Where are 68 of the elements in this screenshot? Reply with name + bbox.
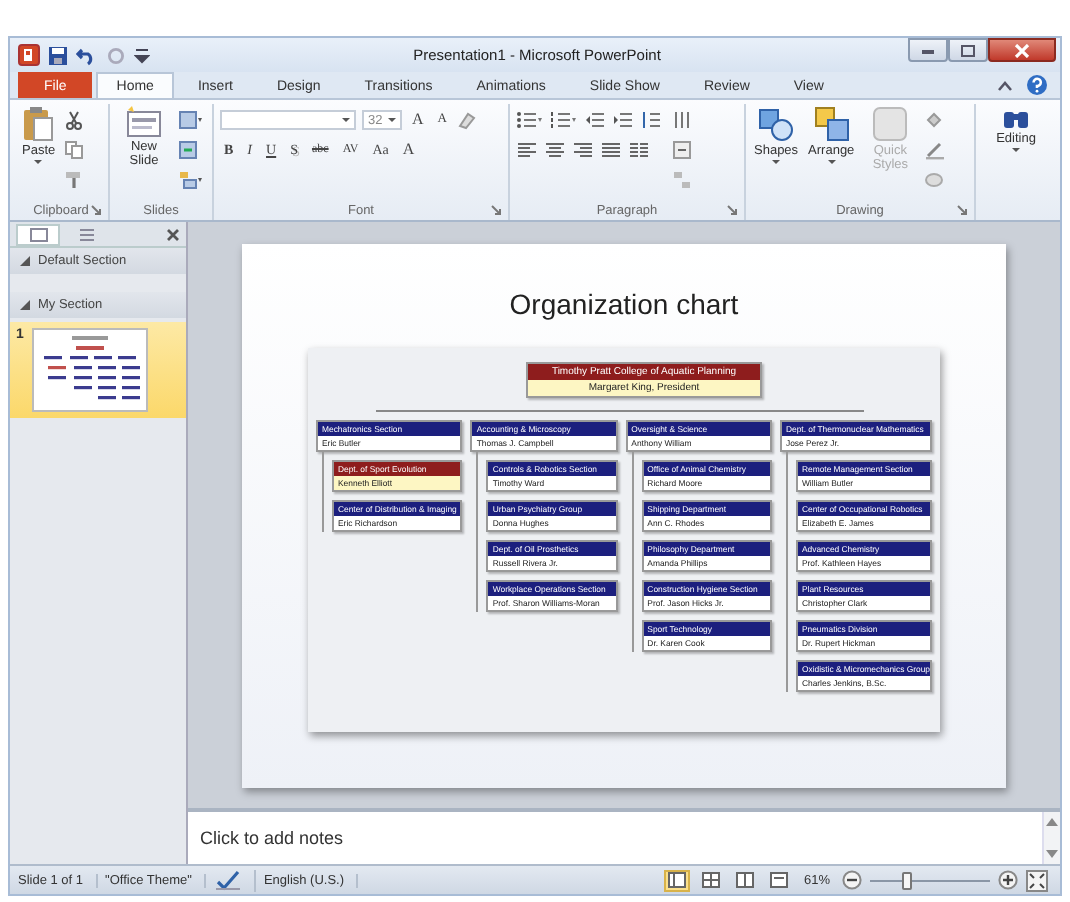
dialog-launcher-icon[interactable] — [726, 204, 738, 216]
slides-tab[interactable] — [16, 223, 60, 245]
align-text-icon[interactable] — [672, 140, 696, 160]
undo-icon[interactable] — [76, 45, 98, 65]
layout-icon[interactable] — [178, 110, 204, 130]
minimize-button[interactable] — [908, 38, 948, 62]
close-icon[interactable] — [166, 227, 180, 241]
zoom-out-icon[interactable] — [842, 870, 862, 890]
arrange-icon — [813, 106, 850, 142]
slide-icon — [29, 227, 47, 241]
grow-font-button[interactable]: A — [408, 110, 428, 130]
bullets-icon[interactable] — [516, 110, 544, 130]
view-button[interactable] — [663, 869, 690, 891]
maximize-icon — [960, 43, 976, 57]
reset-icon[interactable] — [178, 140, 198, 160]
binoculars-icon — [1002, 106, 1030, 130]
save-icon[interactable] — [48, 45, 68, 65]
align-center-icon[interactable] — [544, 140, 566, 160]
section-icon[interactable] — [178, 170, 204, 190]
slide-title: Organization chart — [509, 287, 739, 319]
font-color-button[interactable]: A — [398, 140, 419, 160]
scissors-icon[interactable] — [63, 110, 84, 130]
view-icon — [701, 872, 720, 888]
view-icon — [735, 872, 754, 888]
line-spacing-icon[interactable] — [640, 110, 666, 130]
clipboard-icon — [22, 106, 55, 142]
help-icon[interactable] — [1026, 74, 1048, 96]
collapse-triangle-icon[interactable] — [20, 256, 30, 266]
notes-field[interactable]: Click to add notes — [188, 808, 1060, 864]
app-logo-icon[interactable] — [18, 44, 40, 66]
scroll-down-icon[interactable] — [1046, 850, 1058, 858]
font-name-field[interactable] — [220, 110, 356, 130]
shape-outline-icon[interactable] — [924, 140, 949, 160]
outline-icon — [77, 227, 95, 241]
zoom-slider-thumb[interactable] — [902, 871, 912, 889]
dialog-launcher-icon[interactable] — [90, 204, 102, 216]
align-left-icon[interactable] — [516, 140, 538, 160]
dialog-launcher-icon[interactable] — [956, 204, 968, 216]
collapse-triangle-icon[interactable] — [20, 300, 30, 310]
quick-styles-icon — [872, 106, 909, 142]
shapes-icon — [758, 106, 795, 142]
decrease-indent-icon[interactable] — [584, 110, 606, 130]
view-button[interactable] — [697, 869, 724, 891]
slide-thumbnail-drawing — [31, 328, 148, 412]
increase-indent-icon[interactable] — [612, 110, 634, 130]
view-button[interactable] — [765, 869, 792, 891]
close-button[interactable] — [988, 38, 1056, 62]
justify-icon[interactable] — [600, 140, 622, 160]
scroll-up-icon[interactable] — [1046, 818, 1058, 826]
view-icon — [667, 872, 686, 888]
fit-to-window-icon[interactable] — [1026, 869, 1048, 891]
numbering-icon[interactable] — [550, 110, 578, 130]
spelling-check-icon[interactable] — [213, 869, 256, 891]
clear-formatting-icon[interactable] — [456, 110, 479, 130]
dialog-launcher-icon[interactable] — [490, 204, 502, 216]
close-icon — [1014, 43, 1030, 57]
view-icon — [769, 872, 788, 888]
scrollbar[interactable] — [1042, 812, 1060, 864]
view-button[interactable] — [731, 869, 758, 891]
align-right-icon[interactable] — [572, 140, 594, 160]
minimize-icon — [920, 44, 936, 56]
format-painter-icon[interactable] — [63, 170, 84, 190]
minimize-ribbon-icon[interactable] — [996, 77, 1014, 93]
maximize-button[interactable] — [948, 38, 988, 62]
new-slide-icon — [126, 106, 162, 138]
customize-toolbar-icon[interactable] — [134, 45, 150, 65]
copy-icon[interactable] — [63, 140, 84, 160]
zoom-in-icon[interactable] — [998, 870, 1018, 890]
